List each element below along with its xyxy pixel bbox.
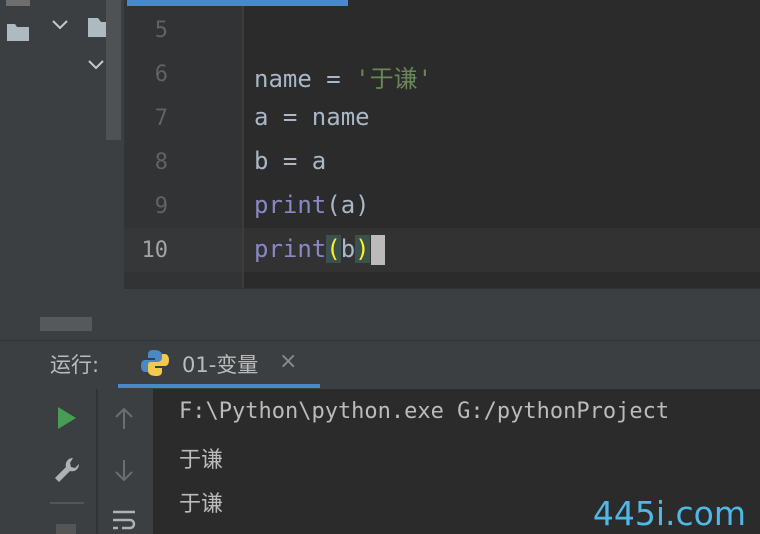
string-literal: '于谦' (355, 65, 433, 93)
console-line-command: F:\Python\python.exe G:/pythonProject (179, 399, 670, 424)
code-line[interactable]: a = name (254, 103, 370, 131)
tree-scrollbar[interactable] (106, 0, 121, 140)
arrow-down-icon[interactable] (112, 456, 136, 484)
call-args: b (340, 235, 356, 263)
line-number: 9 (154, 194, 168, 219)
toolbar-separator (50, 502, 84, 504)
builtin-function: print (254, 235, 327, 263)
run-panel-label: 运行: (50, 353, 100, 377)
run-toolbar (0, 389, 97, 534)
soft-wrap-icon[interactable] (110, 508, 138, 534)
run-tab-label[interactable]: 01-变量 (182, 349, 258, 379)
matched-paren-open: ( (326, 235, 341, 263)
line-number: 8 (154, 150, 168, 175)
line-number: 6 (154, 62, 168, 87)
matched-paren-close: ) (355, 235, 370, 263)
python-icon (141, 350, 169, 376)
tool-window-strip (0, 0, 38, 340)
line-number: 7 (154, 106, 168, 131)
editor-bottom-area (124, 288, 760, 341)
text-caret (370, 235, 385, 265)
arrow-up-icon[interactable] (112, 405, 136, 433)
stop-icon[interactable] (56, 524, 76, 534)
close-icon[interactable]: × (279, 349, 297, 374)
chevron-down-icon[interactable] (87, 58, 105, 72)
builtin-function: print (254, 191, 327, 219)
watermark: 445i.com (592, 494, 746, 533)
code-line[interactable]: b = a (254, 147, 326, 175)
horizontal-scrollbar[interactable] (40, 317, 92, 331)
console-line-output: 于谦 (179, 492, 224, 517)
chevron-down-icon[interactable] (51, 18, 69, 32)
line-number: 5 (154, 18, 168, 43)
run-tab-indicator (118, 384, 320, 388)
code-line-current[interactable]: print(b) (254, 235, 385, 265)
line-number-current: 10 (141, 238, 169, 263)
operator: = (311, 65, 356, 93)
console-line-output: 于谦 (179, 448, 224, 473)
play-icon[interactable] (54, 405, 80, 431)
identifier: name (254, 65, 312, 93)
code-line[interactable]: print(a) (254, 191, 370, 219)
editor-tab-indicator (127, 0, 348, 6)
wrench-icon[interactable] (52, 455, 82, 485)
run-panel-header (0, 340, 760, 390)
code-line[interactable]: name = '于谦' (254, 59, 432, 94)
folder-icon[interactable] (6, 20, 30, 42)
project-tab-label-fragment[interactable] (6, 0, 30, 6)
call-args: (a) (326, 191, 370, 219)
